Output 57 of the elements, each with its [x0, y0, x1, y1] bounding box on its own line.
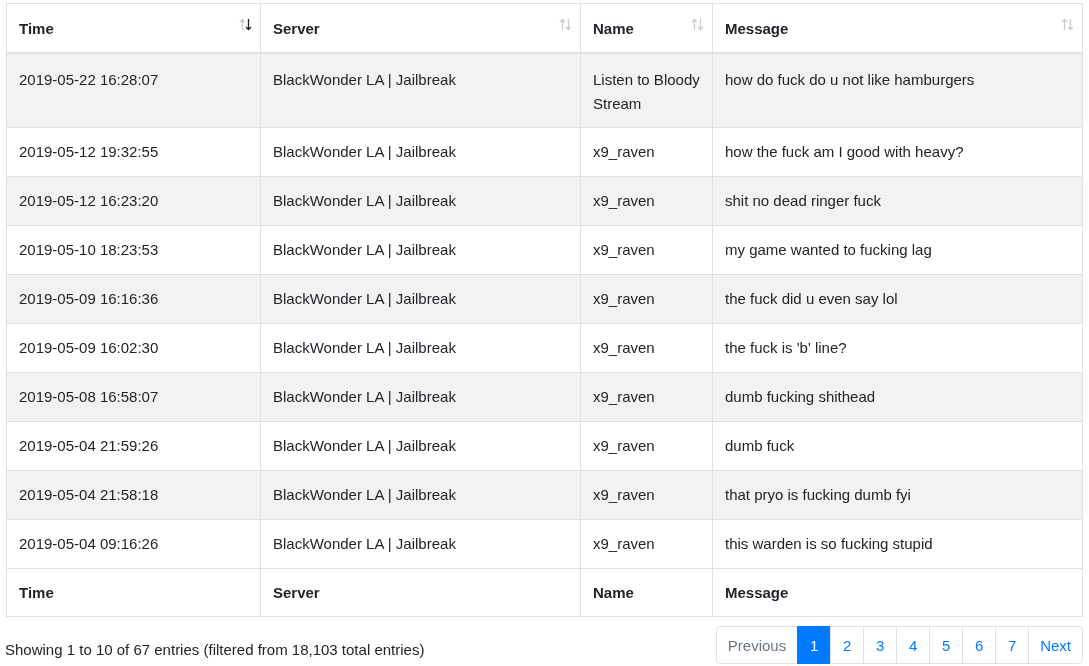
table-cell: shit no dead ringer fuck [712, 176, 1083, 226]
page-button[interactable]: 3 [863, 626, 898, 664]
table-cell: the fuck is 'b' line? [712, 323, 1083, 373]
column-footer: Name [580, 568, 713, 617]
sort-icon [239, 18, 252, 31]
table-cell: x9_raven [580, 372, 713, 422]
next-page-button[interactable]: Next [1028, 626, 1083, 664]
table-cell: x9_raven [580, 176, 713, 226]
sort-icon [559, 18, 572, 31]
table-cell: BlackWonder LA | Jailbreak [260, 176, 581, 226]
column-footer: Time [6, 568, 261, 617]
table-cell: BlackWonder LA | Jailbreak [260, 225, 581, 275]
table-cell: 2019-05-09 16:16:36 [6, 274, 261, 324]
table-cell: dumb fuck [712, 421, 1083, 471]
table-cell: 2019-05-04 21:58:18 [6, 470, 261, 520]
table-cell: how the fuck am I good with heavy? [712, 127, 1083, 177]
table-cell: BlackWonder LA | Jailbreak [260, 323, 581, 373]
table-cell: BlackWonder LA | Jailbreak [260, 53, 581, 128]
page-button[interactable]: 6 [962, 626, 997, 664]
sort-icon [691, 18, 704, 31]
page-button[interactable]: 1 [797, 626, 832, 664]
page-button[interactable]: 5 [929, 626, 964, 664]
table-cell: 2019-05-22 16:28:07 [6, 53, 261, 128]
table-cell: x9_raven [580, 127, 713, 177]
table-cell: x9_raven [580, 470, 713, 520]
table-cell: BlackWonder LA | Jailbreak [260, 274, 581, 324]
table-cell: Listen to Bloody Stream [580, 53, 713, 128]
column-footer: Message [712, 568, 1083, 617]
table-cell: BlackWonder LA | Jailbreak [260, 421, 581, 471]
table-cell: 2019-05-12 16:23:20 [6, 176, 261, 226]
sort-icon [1061, 18, 1074, 31]
table-cell: 2019-05-09 16:02:30 [6, 323, 261, 373]
table-cell: 2019-05-04 21:59:26 [6, 421, 261, 471]
table-cell: BlackWonder LA | Jailbreak [260, 372, 581, 422]
table-cell: x9_raven [580, 421, 713, 471]
page-button[interactable]: 4 [896, 626, 931, 664]
table-cell: BlackWonder LA | Jailbreak [260, 470, 581, 520]
table-cell: x9_raven [580, 225, 713, 275]
table-cell: BlackWonder LA | Jailbreak [260, 519, 581, 569]
table-cell: this warden is so fucking stupid [712, 519, 1083, 569]
column-footer: Server [260, 568, 581, 617]
table-cell: BlackWonder LA | Jailbreak [260, 127, 581, 177]
table-cell: x9_raven [580, 274, 713, 324]
table-cell: dumb fucking shithead [712, 372, 1083, 422]
entries-info: Showing 1 to 10 of 67 entries (filtered from 18,103 total entries) [5, 640, 425, 658]
table-cell: my game wanted to fucking lag [712, 225, 1083, 275]
table-cell: 2019-05-10 18:23:53 [6, 225, 261, 275]
table-cell: x9_raven [580, 519, 713, 569]
table-cell: 2019-05-04 09:16:26 [6, 519, 261, 569]
table-cell: x9_raven [580, 323, 713, 373]
table-cell: 2019-05-08 16:58:07 [6, 372, 261, 422]
page-button[interactable]: 2 [830, 626, 865, 664]
table-cell: that pryo is fucking dumb fyi [712, 470, 1083, 520]
page-button[interactable]: 7 [995, 626, 1030, 664]
table-cell: the fuck did u even say lol [712, 274, 1083, 324]
table-cell: how do fuck do u not like hamburgers [712, 53, 1083, 128]
table-cell: 2019-05-12 19:32:55 [6, 127, 261, 177]
